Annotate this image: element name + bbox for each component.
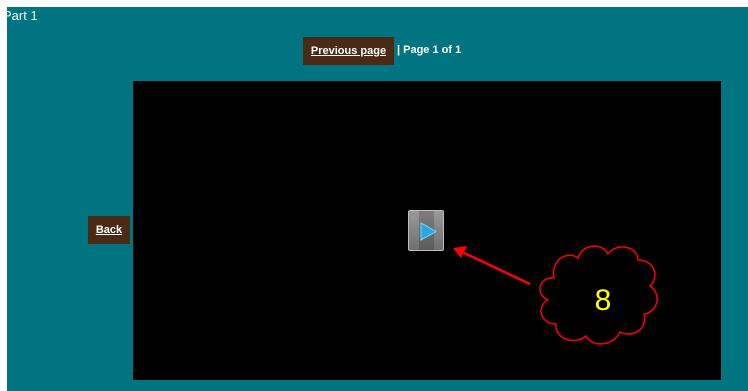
- annotation-callout: [453, 245, 658, 345]
- back-button[interactable]: Back: [88, 216, 130, 244]
- play-icon: [420, 222, 438, 241]
- previous-page-button[interactable]: Previous page: [303, 37, 394, 65]
- play-button[interactable]: [408, 210, 444, 251]
- arrow-line: [459, 249, 531, 286]
- page-title: Part 1: [3, 8, 38, 23]
- page-indicator: | Page 1 of 1: [397, 44, 462, 56]
- annotation-number: 8: [594, 284, 612, 317]
